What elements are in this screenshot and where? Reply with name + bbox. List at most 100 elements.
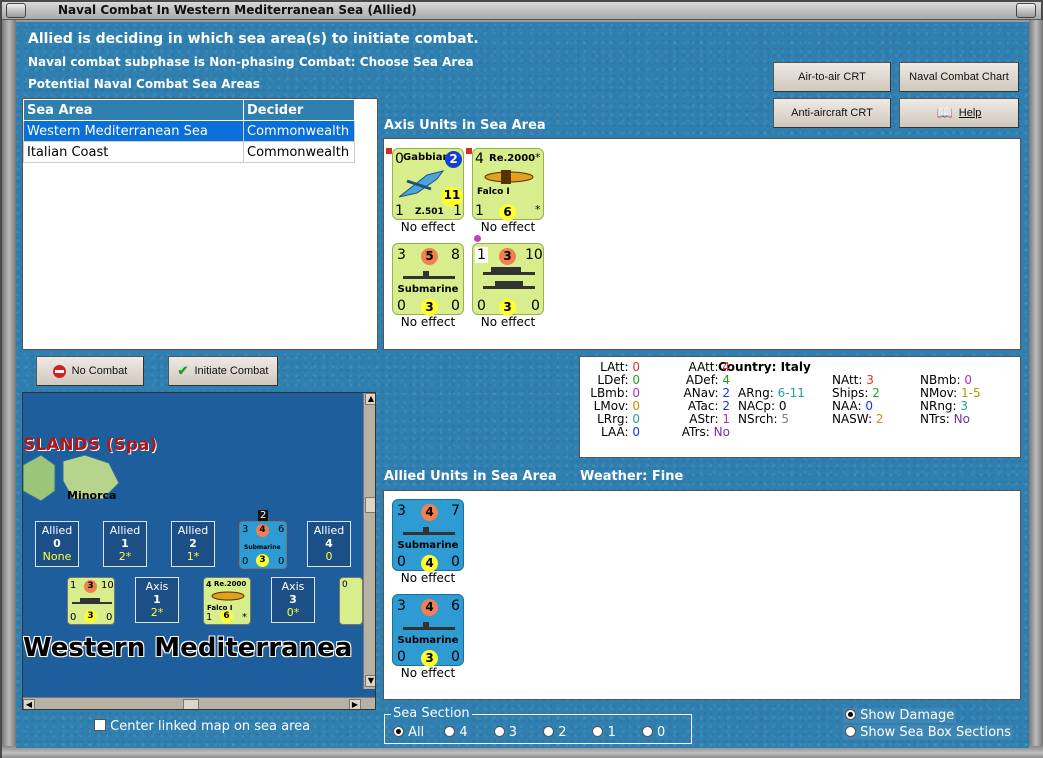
stat-value: 1-5 (960, 386, 981, 400)
unit-value: 0 (397, 554, 406, 570)
axis-unit-ship[interactable]: 1 3 10 0 3 0 (472, 243, 544, 316)
unit-value: 7 (451, 503, 460, 519)
center-map-checkbox[interactable]: Center linked map on sea area (94, 719, 310, 734)
decider-cell: Commonwealth (243, 141, 355, 163)
allied-unit-submarine[interactable]: 3 4 7 Submarine 0 4 0 (392, 499, 464, 572)
sea-section-radio[interactable]: 2 (543, 725, 566, 740)
close-button[interactable] (1016, 3, 1036, 18)
show-sea-box-radio[interactable]: Show Sea Box Sections (843, 725, 1014, 740)
sea-section-radio[interactable]: 3 (493, 725, 517, 740)
radio-button[interactable] (845, 726, 856, 737)
stat-value: No (953, 412, 970, 426)
sea-section-radio[interactable]: 4 (444, 725, 468, 740)
system-menu-button[interactable] (6, 3, 26, 18)
stat-key: LDef: (597, 373, 633, 387)
stat-row: NMov: 1-5 (920, 386, 1010, 400)
title-bar: Naval Combat In Western Mediterranean Se… (2, 2, 1041, 20)
unit-subname: Falco I (477, 187, 510, 197)
unit-circle-value: 4 (256, 524, 269, 537)
stat-value: 4 (722, 373, 730, 387)
map-allied-box[interactable]: Allied 0 None (35, 521, 79, 567)
stat-value: 2 (722, 386, 730, 400)
anti-aircraft-crt-button[interactable]: Anti-aircraft CRT (773, 98, 891, 128)
stat-value: 4 (722, 360, 730, 374)
stat-key: NSrch: (738, 412, 782, 426)
scroll-thumb[interactable] (183, 699, 199, 709)
unit-value: 3 (242, 524, 249, 535)
stat-row: ARng: 6-11 (738, 386, 818, 400)
radio-button[interactable] (845, 709, 856, 720)
stat-key: LAtt: (600, 360, 633, 374)
unit-value: 6 (451, 598, 460, 614)
naval-combat-chart-button[interactable]: Naval Combat Chart (899, 62, 1019, 92)
initiate-combat-button[interactable]: ✔ Initiate Combat (168, 356, 278, 386)
no-combat-label: No Combat (71, 365, 128, 377)
map-axis-ship-counter[interactable]: 1 3 10 0 3 0 (67, 577, 115, 625)
stat-value: 0 (865, 399, 874, 413)
scroll-thumb[interactable] (365, 497, 375, 513)
stat-key: NBmb: (920, 373, 965, 387)
column-decider[interactable]: Decider (243, 99, 355, 121)
map-axis-box[interactable]: Axis 1 2* (135, 577, 179, 623)
sea-section-radio[interactable]: All (393, 725, 424, 740)
no-combat-button[interactable]: No Combat (36, 356, 144, 386)
axis-unit-gabbiano[interactable]: 0 Gabbiano 2 11 1 Z.501 1 (392, 148, 464, 220)
map-horizontal-scrollbar[interactable]: ◀ ▶ (23, 697, 375, 709)
radio-button[interactable] (393, 726, 404, 737)
map-vertical-scrollbar[interactable]: ▲ ▼ (363, 393, 375, 689)
stat-row: NAtt: 3 (832, 373, 912, 387)
marker-icon (466, 148, 472, 154)
radio-button[interactable] (641, 726, 653, 737)
unit-value: 0 (451, 554, 460, 570)
box-title: Allied (41, 524, 73, 537)
radio-button[interactable] (493, 726, 505, 737)
help-button[interactable]: 📖 Help (899, 98, 1019, 128)
table-header-row: Sea Area Decider (23, 99, 355, 121)
unit-name: Re.2000 (489, 153, 536, 164)
radio-button[interactable] (444, 726, 456, 737)
table-row[interactable]: Italian Coast Commonwealth (23, 141, 355, 163)
map-allied-box[interactable]: Allied 1 2* (103, 521, 147, 567)
allied-unit-submarine[interactable]: 3 4 6 Submarine 0 3 0 (392, 594, 464, 667)
stats-column-3: ARng: 6-11 NACp: 0 NSrch: 5 (738, 386, 818, 426)
stats-column-5: NBmb: 0 NMov: 1-5 NRng: 3 NTrs: No (920, 373, 1010, 426)
axis-unit-submarine[interactable]: 3 5 8 Submarine 0 3 0 (392, 243, 464, 316)
map-axis-box[interactable]: Axis 3 0* (271, 577, 315, 623)
map-axis-counter-partial[interactable]: 0 (339, 577, 363, 625)
map-allied-box[interactable]: Allied 4 0 (307, 521, 351, 567)
stat-key: ADef: (685, 373, 723, 387)
map-allied-box[interactable]: Allied 2 1* (171, 521, 215, 567)
sea-section-radio[interactable]: 0 (641, 725, 665, 740)
radio-button[interactable] (543, 726, 555, 737)
scroll-left-icon[interactable]: ◀ (23, 699, 35, 709)
table-row[interactable]: Western Mediterranean Sea Commonwealth (23, 120, 355, 142)
checkbox-box[interactable] (94, 719, 106, 731)
unit-value: 4 (475, 151, 484, 167)
column-sea-area[interactable]: Sea Area (23, 99, 244, 121)
map-axis-plane-counter[interactable]: 4 Re.2000 Falco I 1 6 * (203, 577, 251, 625)
unit-value: 3 (397, 503, 406, 519)
stats-column-2: AAtt: 4 ADef: 4 ANav: 2 ATac: 2 AStr: 1 ATrs:… (660, 360, 730, 439)
scroll-up-icon[interactable]: ▲ (365, 393, 375, 405)
unit-star: * (535, 151, 541, 164)
box-number: 2 (189, 537, 197, 550)
stat-key: LRrg: (597, 412, 633, 426)
box-value: 1* (186, 550, 200, 563)
stat-key: AAtt: (688, 360, 723, 374)
map-allied-submarine-counter[interactable]: 2 3 4 6 Submarine 0 3 0 (239, 510, 287, 569)
unit-circle-value: 4 (421, 504, 438, 521)
sea-section-radio[interactable]: 1 (592, 725, 616, 740)
radio-button[interactable] (592, 726, 604, 737)
show-damage-radio[interactable]: Show Damage (843, 708, 957, 723)
linked-map-view[interactable]: SLANDS (Spa) Minorca Allied 0 None Allied 1… (22, 392, 376, 710)
scroll-right-icon[interactable]: ▶ (349, 699, 361, 709)
stat-value: 3 (960, 399, 969, 413)
unit-value: 3 (397, 598, 406, 614)
box-number: 1 (121, 537, 129, 550)
scroll-down-icon[interactable]: ▼ (365, 675, 375, 687)
fighter-plane-icon (211, 591, 245, 601)
stat-value: 0 (778, 399, 787, 413)
air-to-air-crt-button[interactable]: Air-to-air CRT (773, 62, 891, 92)
axis-unit-re2000[interactable]: 4 Re.2000 * Falco I 1 6 * (472, 148, 544, 221)
show-damage-label: Show Damage (860, 708, 955, 723)
